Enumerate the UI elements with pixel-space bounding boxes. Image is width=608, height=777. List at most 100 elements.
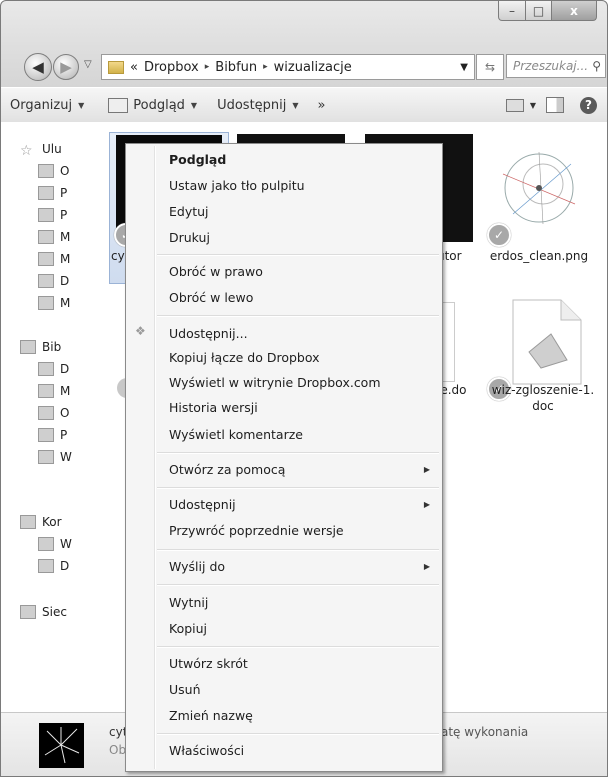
minimize-button[interactable]: – — [498, 1, 526, 21]
menu-item-edit[interactable]: Edytuj — [169, 204, 209, 219]
nav-item[interactable]: D — [38, 559, 69, 573]
folder-icon — [38, 230, 54, 244]
details-property: atę wykonania — [441, 725, 529, 739]
nav-item[interactable]: P — [38, 428, 67, 442]
address-bar[interactable]: « Dropbox ▸ Bibfun ▸ wizualizacje ▼ — [101, 54, 475, 80]
nav-label: P — [60, 208, 68, 222]
menu-item-properties[interactable]: Właściwości — [169, 743, 244, 758]
menu-item-create-shortcut[interactable]: Utwórz skrót — [169, 656, 248, 671]
back-button[interactable]: ◀ — [24, 53, 52, 81]
nav-label: P — [60, 186, 68, 200]
address-separator-icon[interactable]: ▸ — [205, 62, 210, 72]
submenu-arrow-icon: ▶ — [423, 465, 430, 474]
menu-separator — [157, 733, 439, 735]
menu-item-preview[interactable]: Podgląd — [169, 152, 226, 167]
refresh-icon: ⇆ — [484, 60, 496, 74]
preview-icon — [108, 97, 129, 113]
forward-button[interactable]: ▶ — [53, 54, 79, 80]
chevron-down-icon: ▼ — [78, 100, 85, 110]
address-segment-wizualizacje[interactable]: wizualizacje — [274, 60, 352, 75]
menu-item-cut[interactable]: Wytnij — [169, 595, 208, 610]
nav-item[interactable]: W — [38, 537, 72, 551]
caption-buttons: – □ x — [498, 1, 597, 21]
more-label: » — [317, 97, 326, 113]
file-item-erdos[interactable] — [483, 144, 595, 232]
nav-item[interactable]: M — [38, 230, 70, 244]
menu-item-rename[interactable]: Zmień nazwę — [169, 708, 253, 723]
organize-button[interactable]: Organizuj ▼ — [10, 98, 84, 113]
maximize-button[interactable]: □ — [526, 1, 552, 21]
nav-label: Ulu — [42, 142, 62, 156]
share-button[interactable]: Udostępnij ▼ — [217, 98, 298, 113]
nav-item[interactable]: P — [38, 208, 67, 222]
nav-network[interactable]: Siec — [20, 605, 67, 619]
menu-item-view-comments[interactable]: Wyświetl komentarze — [169, 427, 303, 442]
menu-item-set-wallpaper[interactable]: Ustaw jako tło pulpitu — [169, 178, 305, 193]
menu-item-version-history[interactable]: Historia wersji — [169, 400, 258, 415]
menu-item-rotate-left[interactable]: Obróć w lewo — [169, 290, 253, 305]
file-label: wiz-zgloszenie-1. doc — [491, 383, 595, 413]
drive-icon — [38, 559, 54, 573]
computer-icon — [20, 515, 36, 529]
firework-image-icon — [44, 727, 80, 764]
preview-label: Podgląd — [133, 97, 185, 113]
address-segment-dropbox[interactable]: Dropbox — [144, 60, 199, 75]
nav-label: M — [60, 230, 71, 244]
file-item-wiz-doc[interactable] — [511, 298, 583, 386]
menu-item-delete[interactable]: Usuń — [169, 682, 201, 697]
menu-separator — [157, 646, 439, 648]
help-icon[interactable]: ? — [580, 96, 597, 114]
menu-item-copy[interactable]: Kopiuj — [169, 621, 207, 636]
close-button[interactable]: x — [552, 1, 597, 21]
address-segment-bibfun[interactable]: Bibfun — [215, 60, 257, 75]
submenu-arrow-icon: ▶ — [423, 500, 430, 509]
nav-label: W — [60, 450, 72, 464]
nav-item[interactable]: M — [38, 252, 70, 266]
preview-pane-icon[interactable] — [546, 97, 564, 113]
nav-label: D — [60, 362, 70, 376]
address-dropdown-icon[interactable]: ▼ — [460, 62, 468, 73]
menu-separator — [157, 452, 439, 454]
menu-separator — [157, 254, 439, 256]
more-commands-button[interactable]: » — [318, 98, 326, 113]
nav-item[interactable]: D — [38, 362, 69, 376]
folder-icon — [38, 296, 54, 310]
menu-separator — [157, 487, 439, 489]
menu-item-open-with[interactable]: Otwórz za pomocą — [169, 462, 285, 477]
desktop-icon — [38, 208, 54, 222]
nav-computer[interactable]: Kor — [20, 515, 62, 529]
nav-item[interactable]: M — [38, 296, 70, 310]
refresh-button[interactable]: ⇆ — [476, 54, 504, 80]
navigation-pane[interactable]: ☆ Ulu O P P M M D M Bib D M O P W Kor W D… — [1, 122, 107, 712]
menu-item-copy-dropbox-link[interactable]: Kopiuj łącze do Dropbox — [169, 350, 320, 365]
nav-favorites[interactable]: ☆ Ulu — [20, 142, 62, 159]
menu-item-dropbox-share[interactable]: Udostępnij... — [169, 326, 248, 341]
menu-item-print[interactable]: Drukuj — [169, 230, 210, 245]
nav-label: O — [60, 406, 70, 420]
menu-item-view-on-dropbox[interactable]: Wyświetl w witrynie Dropbox.com — [169, 375, 381, 390]
menu-item-send-to[interactable]: Wyślij do — [169, 559, 225, 574]
address-separator-icon[interactable]: ▸ — [263, 62, 268, 72]
organize-label: Organizuj — [10, 97, 73, 113]
history-dropdown-icon[interactable]: ▽ — [84, 59, 92, 70]
sync-check-icon: ✓ — [487, 223, 511, 247]
change-view-icon[interactable] — [505, 98, 524, 112]
nav-item[interactable]: W — [38, 450, 72, 464]
nav-item[interactable]: O — [38, 406, 69, 420]
search-input[interactable]: Przeszukaj... ⚲ — [506, 54, 606, 78]
file-label: erdos_clean.png — [489, 249, 589, 263]
nav-item[interactable]: O — [38, 164, 69, 178]
menu-item-rotate-right[interactable]: Obróć w prawo — [169, 264, 263, 279]
details-filetype: Ob — [109, 743, 127, 757]
graph-thumbnail — [502, 151, 576, 225]
nav-item[interactable]: D — [38, 274, 69, 288]
nav-item[interactable]: P — [38, 186, 67, 200]
menu-item-share-with[interactable]: Udostępnij — [169, 497, 236, 512]
context-menu: Podgląd Ustaw jako tło pulpitu Edytuj Dr… — [125, 143, 443, 772]
address-overflow[interactable]: « — [130, 60, 138, 75]
nav-libraries[interactable]: Bib — [20, 340, 61, 354]
menu-item-restore-versions[interactable]: Przywróć poprzednie wersje — [169, 523, 344, 538]
chevron-down-icon[interactable]: ▼ — [530, 101, 536, 110]
nav-item[interactable]: M — [38, 384, 70, 398]
preview-button[interactable]: Podgląd ▼ — [108, 97, 197, 113]
